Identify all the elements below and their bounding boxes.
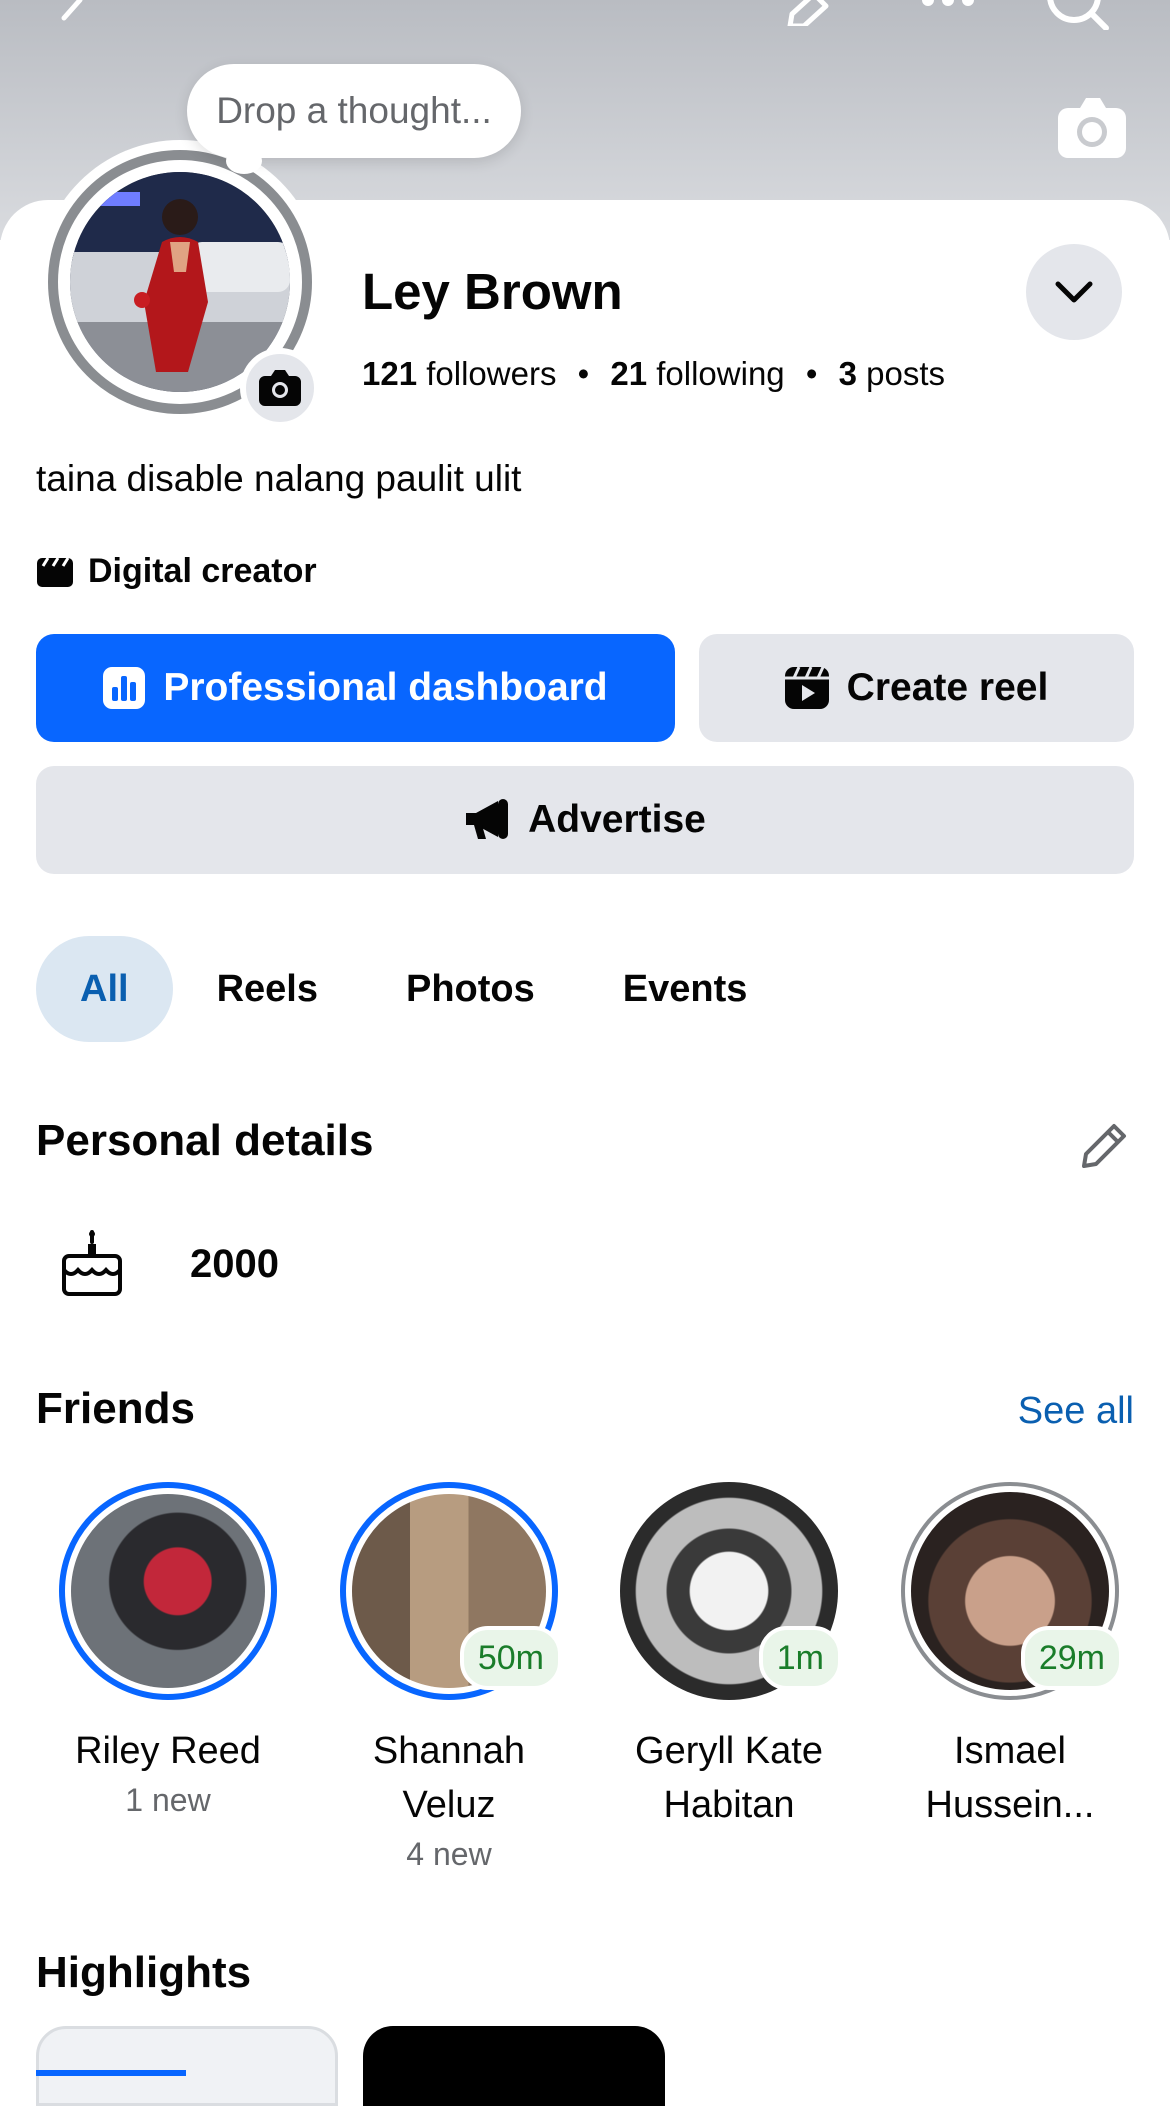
- cake-icon: [62, 1230, 122, 1296]
- friend-name: Geryll Kate Habitan: [604, 1724, 854, 1832]
- friend-avatar[interactable]: 1m: [620, 1482, 842, 1700]
- professional-dashboard-label: Professional dashboard: [163, 666, 608, 709]
- edit-icon[interactable]: [782, 0, 838, 26]
- back-arrow-icon[interactable]: [50, 0, 90, 24]
- friend-active-time: 29m: [1020, 1626, 1123, 1690]
- profile-switch-button[interactable]: [1026, 244, 1122, 340]
- friend-name-line1: Geryll Kate: [635, 1730, 823, 1772]
- posts-label: posts: [866, 355, 945, 392]
- reel-icon: [784, 667, 829, 709]
- profile-name: Ley Brown: [362, 263, 623, 320]
- create-reel-button[interactable]: Create reel: [699, 634, 1134, 742]
- thought-bubble-tail: [226, 148, 262, 174]
- friend-name: Riley Reed: [75, 1730, 261, 1772]
- friend-story-ring: [59, 1482, 277, 1700]
- followers-count[interactable]: 121: [362, 355, 417, 392]
- friend-name-line2: Habitan: [663, 1784, 795, 1826]
- friend-name-line1: Shannah: [372, 1730, 526, 1772]
- friend-name-line1: Ismael: [954, 1730, 1066, 1772]
- tab-events[interactable]: Events: [579, 936, 792, 1042]
- following-label[interactable]: following: [656, 355, 784, 392]
- tab-reels[interactable]: Reels: [173, 936, 362, 1042]
- posts-count: 3: [838, 355, 857, 392]
- more-icon[interactable]: [918, 0, 978, 10]
- tab-all[interactable]: All: [36, 936, 173, 1042]
- following-count[interactable]: 21: [610, 355, 647, 392]
- birthday-row: 2000: [60, 1230, 279, 1298]
- friend-card[interactable]: 1m Geryll Kate Habitan: [604, 1482, 854, 1832]
- pencil-icon[interactable]: [1076, 1118, 1132, 1174]
- highlights-title: Highlights: [36, 1948, 252, 1997]
- advertise-button[interactable]: Advertise: [36, 766, 1134, 874]
- avatar-camera-button[interactable]: [240, 348, 320, 428]
- camera-icon[interactable]: [1056, 96, 1128, 160]
- highlight-progress: [36, 2070, 186, 2076]
- profile-tabs: All Reels Photos Events: [36, 936, 791, 1042]
- profile-bio: taina disable nalang paulit ulit: [36, 458, 522, 499]
- friend-card[interactable]: 50m Shannah Veluz 4 new: [324, 1482, 574, 1873]
- tab-photos[interactable]: Photos: [362, 936, 579, 1042]
- highlight-card[interactable]: [363, 2026, 665, 2106]
- thought-bubble[interactable]: Drop a thought...: [187, 64, 521, 158]
- see-all-friends-link[interactable]: See all: [1018, 1390, 1134, 1433]
- create-reel-label: Create reel: [846, 666, 1049, 709]
- friend-name: Ismael Hussein...: [885, 1724, 1135, 1832]
- birth-year: 2000: [190, 1241, 279, 1286]
- friend-card[interactable]: 29m Ismael Hussein...: [885, 1482, 1135, 1832]
- megaphone-icon: [466, 799, 509, 839]
- friend-name-line2: Hussein...: [925, 1784, 1095, 1826]
- chevron-down-icon: [1055, 281, 1093, 303]
- search-icon[interactable]: [1044, 0, 1118, 30]
- friend-new-count: 4 new: [406, 1836, 492, 1872]
- friends-title: Friends: [36, 1384, 195, 1433]
- friend-card[interactable]: Riley Reed 1 new: [43, 1482, 293, 1819]
- camera-icon: [259, 370, 301, 406]
- thought-placeholder: Drop a thought...: [216, 90, 492, 131]
- profile-stats: 121 followers • 21 following • 3 posts: [362, 355, 945, 393]
- separator-dot: •: [805, 355, 818, 392]
- friend-avatar[interactable]: 50m: [340, 1482, 562, 1700]
- friend-active-time: 50m: [459, 1626, 562, 1690]
- friend-avatar[interactable]: 29m: [901, 1482, 1123, 1700]
- friend-name-line2: Veluz: [402, 1784, 496, 1826]
- friend-name: Shannah Veluz: [324, 1724, 574, 1832]
- advertise-label: Advertise: [528, 798, 706, 841]
- friend-active-time: 1m: [758, 1626, 842, 1690]
- category-label: Digital creator: [88, 552, 317, 590]
- friend-new-count: 1 new: [125, 1782, 211, 1818]
- followers-label[interactable]: followers: [426, 355, 556, 392]
- personal-details-title: Personal details: [36, 1116, 374, 1165]
- clapperboard-icon: [37, 556, 73, 587]
- separator-dot: •: [577, 355, 590, 392]
- profile-category: Digital creator: [36, 552, 317, 591]
- professional-dashboard-button[interactable]: Professional dashboard: [36, 634, 675, 742]
- highlight-card[interactable]: [36, 2026, 338, 2106]
- friend-photo: [71, 1494, 265, 1688]
- dashboard-icon: [103, 667, 146, 709]
- friend-avatar[interactable]: [59, 1482, 277, 1700]
